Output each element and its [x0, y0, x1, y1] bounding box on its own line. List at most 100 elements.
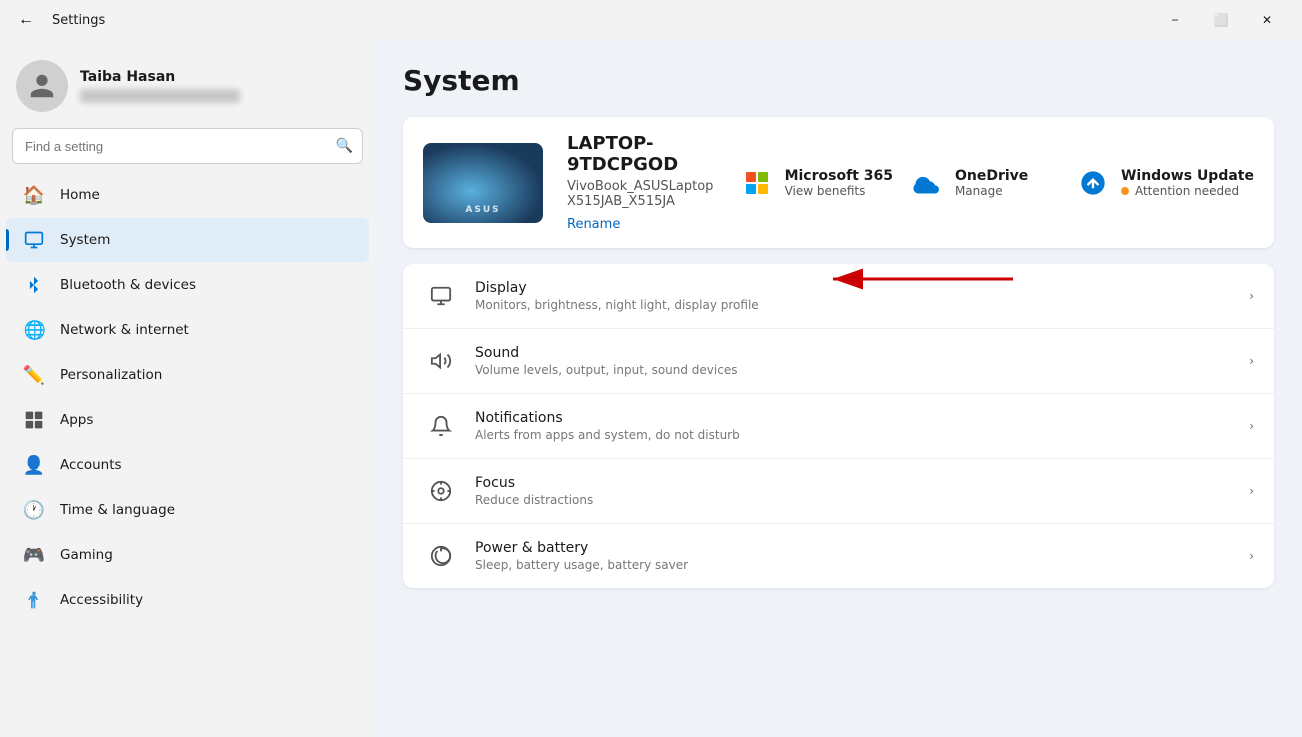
- sidebar-item-label: Personalization: [60, 367, 162, 383]
- sidebar-item-time[interactable]: 🕐 Time & language: [6, 488, 369, 532]
- ms365-name: Microsoft 365: [785, 168, 893, 184]
- wu-name: Windows Update: [1121, 168, 1254, 184]
- onedrive-action: Manage: [955, 184, 1028, 198]
- power-title: Power & battery: [475, 540, 1233, 556]
- user-info: Taiba Hasan: [80, 69, 359, 103]
- sound-desc: Volume levels, output, input, sound devi…: [475, 363, 1233, 377]
- home-icon: 🏠: [22, 183, 46, 207]
- sidebar-item-label: System: [60, 232, 110, 248]
- power-chevron: ›: [1249, 549, 1254, 563]
- maximize-button[interactable]: ⬜: [1198, 4, 1244, 36]
- sidebar-item-gaming[interactable]: 🎮 Gaming: [6, 533, 369, 577]
- sidebar-item-system[interactable]: System: [6, 218, 369, 262]
- sidebar-item-label: Accessibility: [60, 592, 143, 608]
- sidebar-item-personalization[interactable]: ✏️ Personalization: [6, 353, 369, 397]
- onedrive-name: OneDrive: [955, 168, 1028, 184]
- settings-item-notifications[interactable]: Notifications Alerts from apps and syste…: [403, 394, 1274, 459]
- notifications-desc: Alerts from apps and system, do not dist…: [475, 428, 1233, 442]
- settings-item-sound[interactable]: Sound Volume levels, output, input, soun…: [403, 329, 1274, 394]
- network-icon: 🌐: [22, 318, 46, 342]
- service-tile-ms365[interactable]: Microsoft 365 View benefits: [739, 165, 893, 201]
- gaming-icon: 🎮: [22, 543, 46, 567]
- user-account-blurred: [80, 89, 240, 103]
- settings-item-focus[interactable]: Focus Reduce distractions ›: [403, 459, 1274, 524]
- sidebar-item-label: Network & internet: [60, 322, 189, 338]
- device-model: VivoBook_ASUSLaptop X515JAB_X515JA: [567, 179, 715, 209]
- onedrive-icon: [909, 165, 945, 201]
- focus-title: Focus: [475, 475, 1233, 491]
- windows-update-text: Windows Update Attention needed: [1121, 168, 1254, 198]
- power-desc: Sleep, battery usage, battery saver: [475, 558, 1233, 572]
- device-name: LAPTOP-9TDCPGOD: [567, 133, 715, 175]
- sidebar-item-label: Home: [60, 187, 100, 203]
- search-box: 🔍: [12, 128, 363, 164]
- sidebar-item-label: Gaming: [60, 547, 113, 563]
- device-info: LAPTOP-9TDCPGOD VivoBook_ASUSLaptop X515…: [567, 133, 715, 232]
- sidebar-item-network[interactable]: 🌐 Network & internet: [6, 308, 369, 352]
- notifications-title: Notifications: [475, 410, 1233, 426]
- display-icon: [423, 278, 459, 314]
- service-tile-windows-update[interactable]: Windows Update Attention needed: [1075, 165, 1254, 201]
- personalization-icon: ✏️: [22, 363, 46, 387]
- onedrive-text: OneDrive Manage: [955, 168, 1028, 198]
- sidebar-item-home[interactable]: 🏠 Home: [6, 173, 369, 217]
- app-title: Settings: [52, 13, 105, 28]
- sidebar: Taiba Hasan 🔍 🏠 Home: [0, 40, 375, 737]
- display-title: Display: [475, 280, 1233, 296]
- close-button[interactable]: ✕: [1244, 4, 1290, 36]
- sound-text: Sound Volume levels, output, input, soun…: [475, 345, 1233, 377]
- focus-desc: Reduce distractions: [475, 493, 1233, 507]
- settings-item-display[interactable]: Display Monitors, brightness, night ligh…: [403, 264, 1274, 329]
- device-banner: ASUS LAPTOP-9TDCPGOD VivoBook_ASUSLaptop…: [403, 117, 1274, 248]
- sidebar-item-label: Apps: [60, 412, 93, 428]
- display-desc: Monitors, brightness, night light, displ…: [475, 298, 1233, 312]
- app-body: Taiba Hasan 🔍 🏠 Home: [0, 40, 1302, 737]
- system-icon: [22, 228, 46, 252]
- device-rename-link[interactable]: Rename: [567, 217, 620, 232]
- wu-action: Attention needed: [1135, 184, 1239, 198]
- sound-chevron: ›: [1249, 354, 1254, 368]
- asus-label: ASUS: [465, 205, 500, 215]
- ms365-icon: [739, 165, 775, 201]
- user-profile: Taiba Hasan: [0, 48, 375, 128]
- sidebar-item-label: Accounts: [60, 457, 122, 473]
- sidebar-item-apps[interactable]: Apps: [6, 398, 369, 442]
- device-image: ASUS: [423, 143, 543, 223]
- notifications-chevron: ›: [1249, 419, 1254, 433]
- ms365-text: Microsoft 365 View benefits: [785, 168, 893, 198]
- minimize-button[interactable]: −: [1152, 4, 1198, 36]
- power-text: Power & battery Sleep, battery usage, ba…: [475, 540, 1233, 572]
- avatar: [16, 60, 68, 112]
- sidebar-item-bluetooth[interactable]: Bluetooth & devices: [6, 263, 369, 307]
- search-input[interactable]: [12, 128, 363, 164]
- settings-item-power[interactable]: Power & battery Sleep, battery usage, ba…: [403, 524, 1274, 588]
- main-content: System ASUS LAPTOP-9TDCPGOD VivoBook_ASU…: [375, 40, 1302, 737]
- page-title: System: [403, 64, 1274, 97]
- accessibility-icon: [22, 588, 46, 612]
- time-icon: 🕐: [22, 498, 46, 522]
- focus-icon: [423, 473, 459, 509]
- sidebar-item-accounts[interactable]: 👤 Accounts: [6, 443, 369, 487]
- wu-dot: [1121, 187, 1129, 195]
- sidebar-item-accessibility[interactable]: Accessibility: [6, 578, 369, 622]
- sidebar-item-label: Time & language: [60, 502, 175, 518]
- sound-icon: [423, 343, 459, 379]
- notifications-icon: [423, 408, 459, 444]
- power-icon: [423, 538, 459, 574]
- sound-title: Sound: [475, 345, 1233, 361]
- notifications-text: Notifications Alerts from apps and syste…: [475, 410, 1233, 442]
- display-text: Display Monitors, brightness, night ligh…: [475, 280, 1233, 312]
- focus-chevron: ›: [1249, 484, 1254, 498]
- focus-text: Focus Reduce distractions: [475, 475, 1233, 507]
- service-tile-onedrive[interactable]: OneDrive Manage: [909, 165, 1059, 201]
- accounts-icon: 👤: [22, 453, 46, 477]
- apps-icon: [22, 408, 46, 432]
- windows-update-icon: [1075, 165, 1111, 201]
- service-tiles: Microsoft 365 View benefits OneDrive Man…: [739, 165, 1254, 201]
- ms365-action: View benefits: [785, 184, 893, 198]
- user-name: Taiba Hasan: [80, 69, 359, 85]
- wu-badge: Attention needed: [1121, 184, 1254, 198]
- bluetooth-icon: [22, 273, 46, 297]
- back-button[interactable]: ←: [12, 6, 40, 34]
- title-bar: ← Settings − ⬜ ✕: [0, 0, 1302, 40]
